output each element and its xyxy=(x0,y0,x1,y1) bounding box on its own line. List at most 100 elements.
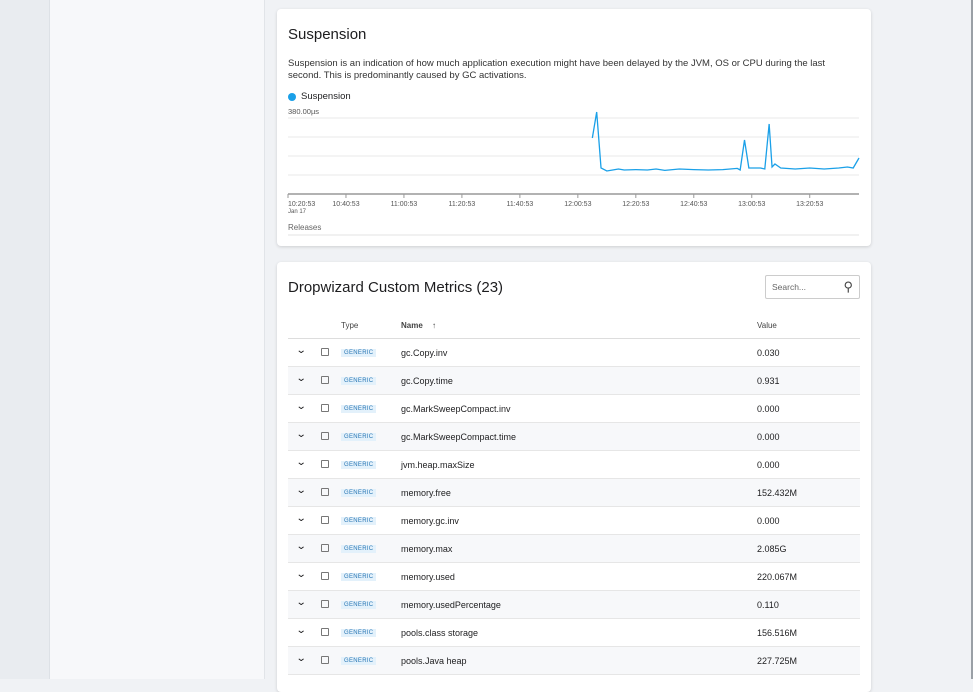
x-tick-date-label: Jan 17 xyxy=(288,209,307,215)
metric-value: 0.000 xyxy=(757,460,780,470)
row-checkbox[interactable] xyxy=(321,488,329,496)
metric-value: 156.516M xyxy=(757,628,798,638)
column-value[interactable]: Value xyxy=(757,321,777,330)
metrics-table: ⌄ GENERIC gc.Copy.inv 0.030 ⌄ GENERIC gc.… xyxy=(288,339,860,675)
metric-name: memory.max xyxy=(401,544,453,554)
x-tick-label: 11:40:53 xyxy=(507,201,534,208)
type-badge: GENERIC xyxy=(341,405,377,413)
row-checkbox[interactable] xyxy=(321,348,329,356)
row-checkbox[interactable] xyxy=(321,600,329,608)
releases-label: Releases xyxy=(288,223,321,232)
metric-value: 0.000 xyxy=(757,516,780,526)
search-input[interactable]: Search... ⚲ xyxy=(765,275,860,299)
expand-chevron-icon[interactable]: ⌄ xyxy=(296,597,307,608)
suspension-card: Suspension Suspension is an indication o… xyxy=(277,9,871,246)
row-checkbox[interactable] xyxy=(321,376,329,384)
type-badge: GENERIC xyxy=(341,489,377,497)
expand-chevron-icon[interactable]: ⌄ xyxy=(296,401,307,412)
table-header: Type Name ↑ Value xyxy=(288,317,860,339)
type-badge: GENERIC xyxy=(341,573,377,581)
expand-chevron-icon[interactable]: ⌄ xyxy=(296,429,307,440)
type-badge: GENERIC xyxy=(341,461,377,469)
expand-chevron-icon[interactable]: ⌄ xyxy=(296,569,307,580)
table-row[interactable]: ⌄ GENERIC memory.usedPercentage 0.110 xyxy=(288,591,860,619)
table-row[interactable]: ⌄ GENERIC memory.gc.inv 0.000 xyxy=(288,507,860,535)
metric-name: gc.MarkSweepCompact.inv xyxy=(401,404,511,414)
table-row[interactable]: ⌄ GENERIC memory.used 220.067M xyxy=(288,563,860,591)
table-row[interactable]: ⌄ GENERIC pools.Java heap 227.725M xyxy=(288,647,860,675)
metric-name: gc.Copy.inv xyxy=(401,348,448,358)
table-row[interactable]: ⌄ GENERIC pools.class storage 156.516M xyxy=(288,619,860,647)
expand-chevron-icon[interactable]: ⌄ xyxy=(296,345,307,356)
row-checkbox[interactable] xyxy=(321,404,329,412)
table-row[interactable]: ⌄ GENERIC gc.Copy.inv 0.030 xyxy=(288,339,860,367)
metric-name: pools.class storage xyxy=(401,628,479,638)
search-icon[interactable]: ⚲ xyxy=(843,279,853,295)
metrics-card: Dropwizard Custom Metrics (23) Search...… xyxy=(277,262,871,692)
row-checkbox[interactable] xyxy=(321,460,329,468)
metric-name: memory.used xyxy=(401,572,455,582)
metrics-title: Dropwizard Custom Metrics (23) xyxy=(288,279,504,296)
type-badge: GENERIC xyxy=(341,517,377,525)
metric-name: gc.Copy.time xyxy=(401,376,453,386)
type-badge: GENERIC xyxy=(341,377,377,385)
row-checkbox[interactable] xyxy=(321,656,329,664)
table-row[interactable]: ⌄ GENERIC memory.max 2.085G xyxy=(288,535,860,563)
search-placeholder: Search... xyxy=(772,282,807,292)
metric-value: 227.725M xyxy=(757,656,798,666)
table-row[interactable]: ⌄ GENERIC gc.Copy.time 0.931 xyxy=(288,367,860,395)
x-tick-label: 12:00:53 xyxy=(564,201,591,208)
x-tick-label: 11:00:53 xyxy=(391,201,418,208)
sidebar xyxy=(50,0,265,679)
metric-name: memory.free xyxy=(401,488,451,498)
expand-chevron-icon[interactable]: ⌄ xyxy=(296,485,307,496)
x-tick-label: 10:20:53 xyxy=(288,201,315,208)
table-row[interactable]: ⌄ GENERIC memory.free 152.432M xyxy=(288,479,860,507)
metric-value: 152.432M xyxy=(757,488,798,498)
metric-name: jvm.heap.maxSize xyxy=(401,460,475,470)
row-checkbox[interactable] xyxy=(321,432,329,440)
metric-value: 2.085G xyxy=(757,544,787,554)
expand-chevron-icon[interactable]: ⌄ xyxy=(296,513,307,524)
expand-chevron-icon[interactable]: ⌄ xyxy=(296,653,307,664)
x-tick-label: 12:40:53 xyxy=(680,201,707,208)
column-name[interactable]: Name xyxy=(401,321,423,330)
suspension-series-line xyxy=(591,111,860,172)
metric-value: 0.110 xyxy=(757,600,779,610)
metric-name: pools.Java heap xyxy=(401,656,467,666)
type-badge: GENERIC xyxy=(341,629,377,637)
expand-chevron-icon[interactable]: ⌄ xyxy=(296,457,307,468)
metric-name: memory.usedPercentage xyxy=(401,600,501,610)
table-row[interactable]: ⌄ GENERIC gc.MarkSweepCompact.inv 0.000 xyxy=(288,395,860,423)
row-checkbox[interactable] xyxy=(321,544,329,552)
type-badge: GENERIC xyxy=(341,601,377,609)
metric-name: gc.MarkSweepCompact.time xyxy=(401,432,517,442)
x-tick-label: 10:40:53 xyxy=(332,201,359,208)
left-pane xyxy=(0,0,50,679)
metric-value: 0.030 xyxy=(757,348,780,358)
y-axis-max-label: 380.00µs xyxy=(288,107,319,116)
metric-value: 0.000 xyxy=(757,432,780,442)
metric-value: 0.931 xyxy=(757,376,780,386)
type-badge: GENERIC xyxy=(341,433,377,441)
row-checkbox[interactable] xyxy=(321,572,329,580)
column-type[interactable]: Type xyxy=(341,321,358,330)
metric-value: 220.067M xyxy=(757,572,798,582)
type-badge: GENERIC xyxy=(341,349,377,357)
x-tick-label: 11:20:53 xyxy=(449,201,476,208)
x-tick-label: 13:20:53 xyxy=(796,201,823,208)
type-badge: GENERIC xyxy=(341,657,377,665)
metric-value: 0.000 xyxy=(757,404,780,414)
suspension-chart: 380.00µs 10:20:53 10:40:53 11:00:53 11:20:53… xyxy=(287,107,860,236)
row-checkbox[interactable] xyxy=(321,516,329,524)
x-tick-label: 12:20:53 xyxy=(622,201,649,208)
sort-ascending-icon[interactable]: ↑ xyxy=(432,321,436,330)
expand-chevron-icon[interactable]: ⌄ xyxy=(296,625,307,636)
table-row[interactable]: ⌄ GENERIC gc.MarkSweepCompact.time 0.000 xyxy=(288,423,860,451)
x-tick-label: 13:00:53 xyxy=(738,201,765,208)
type-badge: GENERIC xyxy=(341,545,377,553)
row-checkbox[interactable] xyxy=(321,628,329,636)
table-row[interactable]: ⌄ GENERIC jvm.heap.maxSize 0.000 xyxy=(288,451,860,479)
expand-chevron-icon[interactable]: ⌄ xyxy=(296,541,307,552)
expand-chevron-icon[interactable]: ⌄ xyxy=(296,373,307,384)
